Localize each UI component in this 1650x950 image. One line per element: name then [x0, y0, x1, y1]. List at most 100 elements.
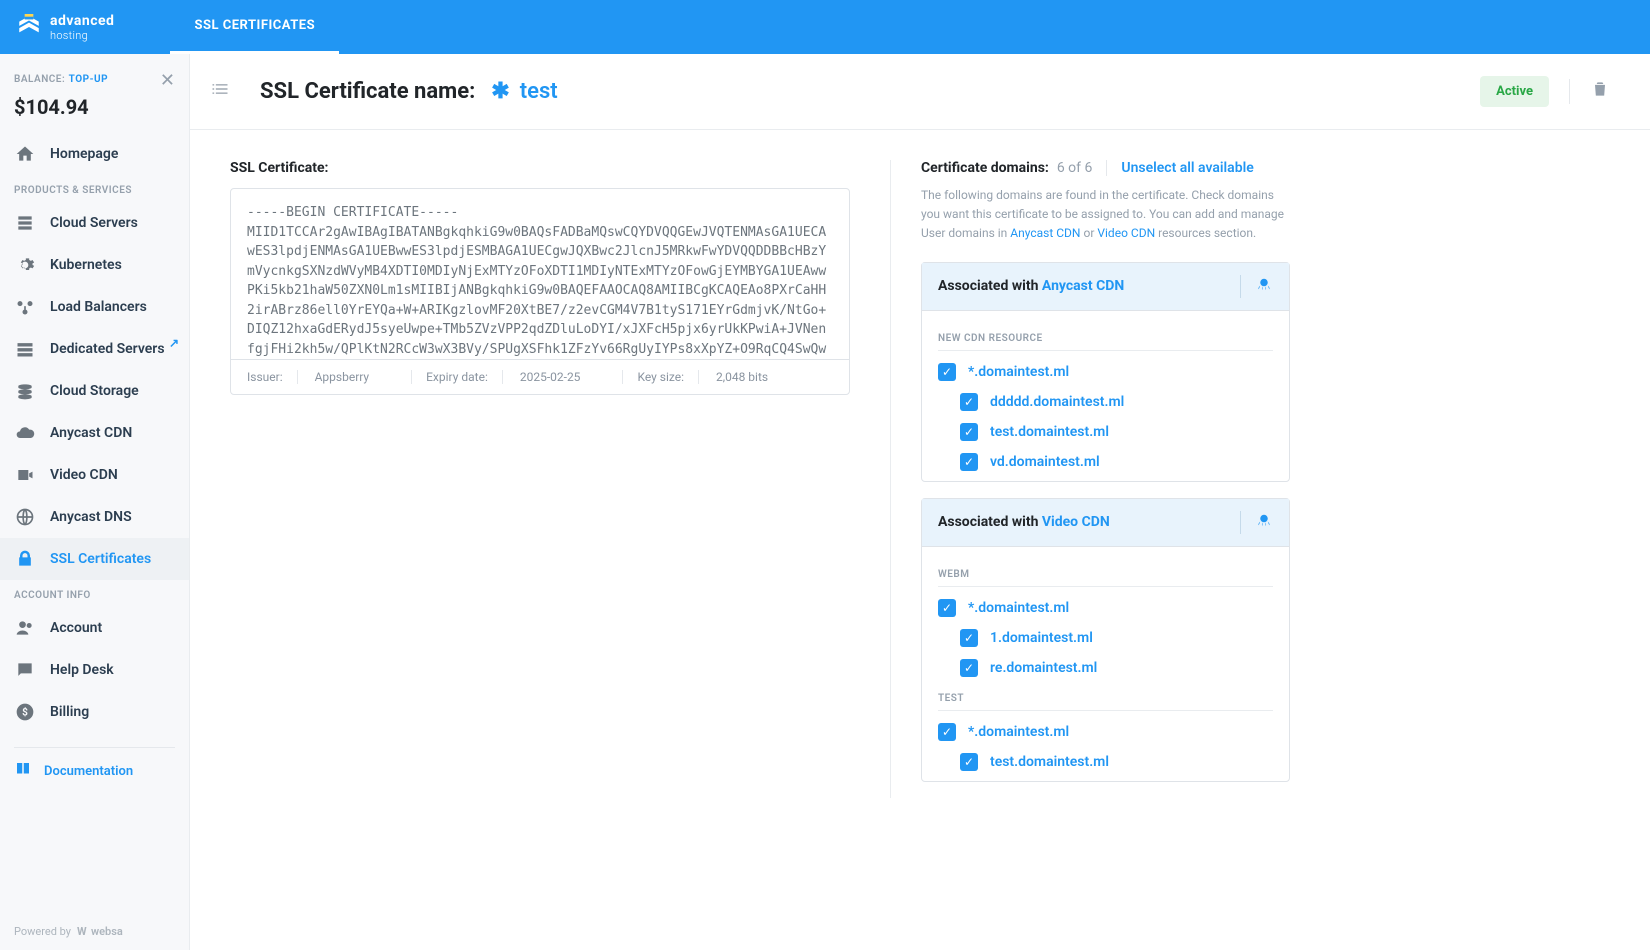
video-cdn-box: Associated with Video CDN WEBM ✓*.domain… [921, 498, 1290, 782]
checkbox-checked-icon[interactable]: ✓ [960, 753, 978, 771]
svg-text:websa: websa [91, 925, 123, 938]
rack-icon [14, 338, 36, 360]
nav-cloud-storage[interactable]: Cloud Storage [0, 370, 189, 412]
certificate-name[interactable]: test [520, 79, 558, 104]
checkbox-checked-icon[interactable]: ✓ [938, 599, 956, 617]
nav-account[interactable]: Account [0, 607, 189, 649]
domain-link[interactable]: *.domaintest.ml [968, 600, 1069, 616]
checkbox-checked-icon[interactable]: ✓ [960, 393, 978, 411]
lock-icon [14, 548, 36, 570]
certificate-meta: Issuer: Appsberry Expiry date: 2025-02-2… [231, 359, 849, 394]
domain-link[interactable]: 1.domaintest.ml [990, 630, 1093, 646]
balancer-icon [14, 296, 36, 318]
domain-link[interactable]: re.domaintest.ml [990, 660, 1097, 676]
nav-label: SSL Certificates [50, 551, 151, 567]
nav-label: Homepage [50, 146, 118, 162]
checkbox-checked-icon[interactable]: ✓ [938, 723, 956, 741]
domain-link[interactable]: vd.domaintest.ml [990, 454, 1100, 470]
cloud-icon [14, 422, 36, 444]
domains-help-text: The following domains are found in the c… [921, 186, 1290, 244]
domain-row[interactable]: ✓ re.domaintest.ml [938, 653, 1273, 683]
anycast-cdn-box: Associated with Anycast CDN NEW CDN RESO… [921, 262, 1290, 482]
resource-label: NEW CDN RESOURCE [938, 327, 1273, 351]
nav-help-desk[interactable]: Help Desk [0, 649, 189, 691]
chat-icon [14, 659, 36, 681]
sidebar-close-icon[interactable]: ✕ [160, 70, 175, 91]
domains-title: Certificate domains: [921, 160, 1049, 176]
delete-button[interactable] [1569, 79, 1610, 104]
domain-row[interactable]: ✓ test.domaintest.ml [938, 747, 1273, 777]
nav-dedicated-servers[interactable]: Dedicated Servers ↗ [0, 328, 189, 370]
domain-link[interactable]: test.domaintest.ml [990, 424, 1109, 440]
nav-ssl-certificates[interactable]: SSL Certificates [0, 538, 189, 580]
powered-by: Powered by Wwebsa [0, 912, 189, 950]
gear-icon [14, 254, 36, 276]
external-link-icon: ↗ [169, 336, 179, 350]
domain-row[interactable]: ✓ *.domaintest.ml [938, 593, 1273, 623]
domain-link[interactable]: test.domaintest.ml [990, 754, 1109, 770]
domain-link[interactable]: *.domaintest.ml [968, 364, 1069, 380]
cert-issuer: Issuer: Appsberry [247, 370, 412, 384]
status-badge: Active [1480, 76, 1549, 107]
nav-section-products: PRODUCTS & SERVICES [0, 175, 189, 202]
brand-logo[interactable]: advanced hosting [16, 14, 114, 41]
domain-row[interactable]: ✓ vd.domaintest.ml [938, 447, 1273, 477]
checkbox-checked-icon[interactable]: ✓ [960, 659, 978, 677]
nav-label: Account [50, 620, 102, 636]
topnav-tab-ssl[interactable]: SSL CERTIFICATES [170, 0, 339, 54]
main-content: SSL Certificate name: ✱ test Active SSL … [190, 54, 1650, 950]
domain-row[interactable]: ✓ 1.domaintest.ml [938, 623, 1273, 653]
servers-icon [14, 212, 36, 234]
associated-prefix: Associated with [938, 278, 1042, 294]
nav-label: Cloud Servers [50, 215, 138, 231]
certificate-box: -----BEGIN CERTIFICATE----- MIID1TCCAr2g… [230, 188, 850, 395]
documentation-link[interactable]: Documentation [14, 747, 175, 794]
domain-row[interactable]: ✓ test.domaintest.ml [938, 417, 1273, 447]
nav-billing[interactable]: $ Billing [0, 691, 189, 733]
nav-anycast-dns[interactable]: Anycast DNS [0, 496, 189, 538]
balance-label: BALANCE: [14, 74, 65, 85]
domain-row[interactable]: ✓ ddddd.domaintest.ml [938, 387, 1273, 417]
checkbox-checked-icon[interactable]: ✓ [960, 423, 978, 441]
cert-keysize: Key size: 2,048 bits [637, 370, 810, 384]
balance-amount: $104.94 [0, 95, 189, 133]
doc-label: Documentation [44, 764, 133, 779]
nav-label: Billing [50, 704, 89, 720]
video-icon [14, 464, 36, 486]
checkbox-checked-icon[interactable]: ✓ [938, 363, 956, 381]
nav-load-balancers[interactable]: Load Balancers [0, 286, 189, 328]
cdn-octopus-icon [1240, 511, 1273, 534]
topup-link[interactable]: TOP-UP [69, 74, 108, 85]
home-icon [14, 143, 36, 165]
anycast-cdn-head-link[interactable]: Anycast CDN [1042, 278, 1124, 294]
domain-link[interactable]: ddddd.domaintest.ml [990, 394, 1124, 410]
storage-icon [14, 380, 36, 402]
domain-row[interactable]: ✓ *.domaintest.ml [938, 717, 1273, 747]
associated-prefix: Associated with [938, 514, 1042, 530]
unselect-all-link[interactable]: Unselect all available [1121, 160, 1253, 176]
nav-label: Help Desk [50, 662, 114, 678]
nav-cloud-servers[interactable]: Cloud Servers [0, 202, 189, 244]
cdn-octopus-icon [1240, 275, 1273, 298]
websa-logo-icon: Wwebsa [77, 924, 133, 938]
wildcard-icon: ✱ [491, 79, 509, 104]
anycast-cdn-link[interactable]: Anycast CDN [1010, 226, 1080, 240]
video-cdn-link[interactable]: Video CDN [1097, 226, 1155, 240]
certificate-body[interactable]: -----BEGIN CERTIFICATE----- MIID1TCCAr2g… [231, 189, 849, 359]
checkbox-checked-icon[interactable]: ✓ [960, 629, 978, 647]
nav-homepage[interactable]: Homepage [0, 133, 189, 175]
video-cdn-head-link[interactable]: Video CDN [1042, 514, 1110, 530]
svg-text:W: W [77, 925, 87, 938]
nav-label: Kubernetes [50, 257, 122, 273]
nav-video-cdn[interactable]: Video CDN [0, 454, 189, 496]
checkbox-checked-icon[interactable]: ✓ [960, 453, 978, 471]
nav-kubernetes[interactable]: Kubernetes [0, 244, 189, 286]
domain-link[interactable]: *.domaintest.ml [968, 724, 1069, 740]
list-icon[interactable] [210, 79, 230, 104]
nav-label: Load Balancers [50, 299, 147, 315]
domain-row[interactable]: ✓ *.domaintest.ml [938, 357, 1273, 387]
nav-label: Anycast CDN [50, 425, 132, 441]
nav-anycast-cdn[interactable]: Anycast CDN [0, 412, 189, 454]
ssl-cert-title: SSL Certificate: [230, 160, 850, 176]
dollar-icon: $ [14, 701, 36, 723]
